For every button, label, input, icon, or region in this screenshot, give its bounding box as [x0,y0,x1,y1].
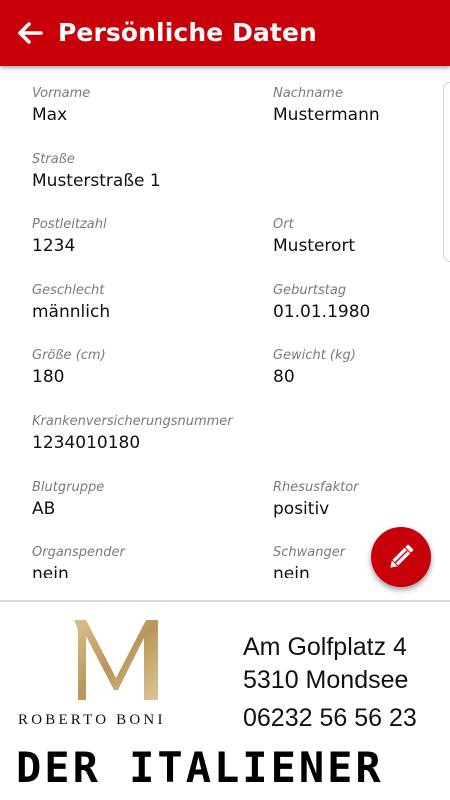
field-gewicht: Gewicht (kg) 80 [273,348,356,388]
field-label: Schwanger [273,545,346,560]
field-label: Nachname [273,86,343,101]
field-value: AB [32,499,56,519]
field-ort: Ort Musterort [273,217,355,257]
field-label: Blutgruppe [32,480,105,495]
field-value: 01.01.1980 [273,302,371,322]
field-groesse: Größe (cm) 180 [32,348,106,388]
arrow-left-icon [18,22,43,44]
back-button[interactable] [14,17,46,49]
personal-data-list[interactable]: Vorname Max Nachname Mustermann Straße M… [0,66,450,578]
field-label: Rhesusfaktor [273,480,359,495]
field-label: Geburtstag [273,283,347,298]
field-value: 1234010180 [32,433,141,453]
app-bar: Persönliche Daten [0,0,450,66]
field-organspender: Organspender nein [32,545,125,578]
field-postleitzahl: Postleitzahl 1234 [32,217,107,257]
address-line-2: 5310 Mondsee [243,666,409,694]
field-blutgruppe: Blutgruppe AB [32,480,104,520]
field-label: Vorname [32,86,91,101]
field-nachname: Nachname Mustermann [273,86,380,126]
field-value: Max [32,105,68,125]
field-label: Geschlecht [32,283,105,298]
field-value: 80 [273,367,295,387]
field-value: positiv [273,499,330,519]
field-value: männlich [32,302,111,322]
pencil-icon [390,544,414,568]
field-value: 1234 [32,236,76,256]
field-geschlecht: Geschlecht männlich [32,283,110,323]
field-value: nein [273,564,310,578]
field-label: Größe (cm) [32,348,106,363]
field-vorname: Vorname Max [32,86,90,126]
roberto-boni-logo [74,620,158,700]
page-title: Persönliche Daten [58,18,317,47]
field-rhesusfaktor: Rhesusfaktor positiv [273,480,359,520]
edit-button[interactable] [371,527,431,587]
field-label: Krankenversicherungsnummer [32,414,233,429]
address-line-1: Am Golfplatz 4 [243,633,407,661]
field-value: nein [32,564,69,578]
field-value: Mustermann [273,105,380,125]
field-label: Organspender [32,545,125,560]
ad-slogan: DER ITALIENER [16,743,384,792]
brand-name: ROBERTO BONI [18,712,166,728]
field-value: 180 [32,367,65,387]
ad-banner[interactable]: ROBERTO BONI Am Golfplatz 4 5310 Mondsee… [0,600,450,800]
field-schwanger: Schwanger nein [273,545,345,578]
field-krankenversicherungsnummer: Krankenversicherungsnummer 1234010180 [32,414,233,454]
field-label: Ort [273,217,294,232]
field-label: Postleitzahl [32,217,107,232]
field-value: Musterort [273,236,356,256]
field-geburtstag: Geburtstag 01.01.1980 [273,283,370,323]
scroll-indicator[interactable] [443,82,450,262]
phone-number: 06232 56 56 23 [243,704,417,732]
field-label: Gewicht (kg) [273,348,356,363]
field-label: Straße [32,152,75,167]
field-strasse: Straße Musterstraße 1 [32,152,161,192]
field-value: Musterstraße 1 [32,171,161,191]
